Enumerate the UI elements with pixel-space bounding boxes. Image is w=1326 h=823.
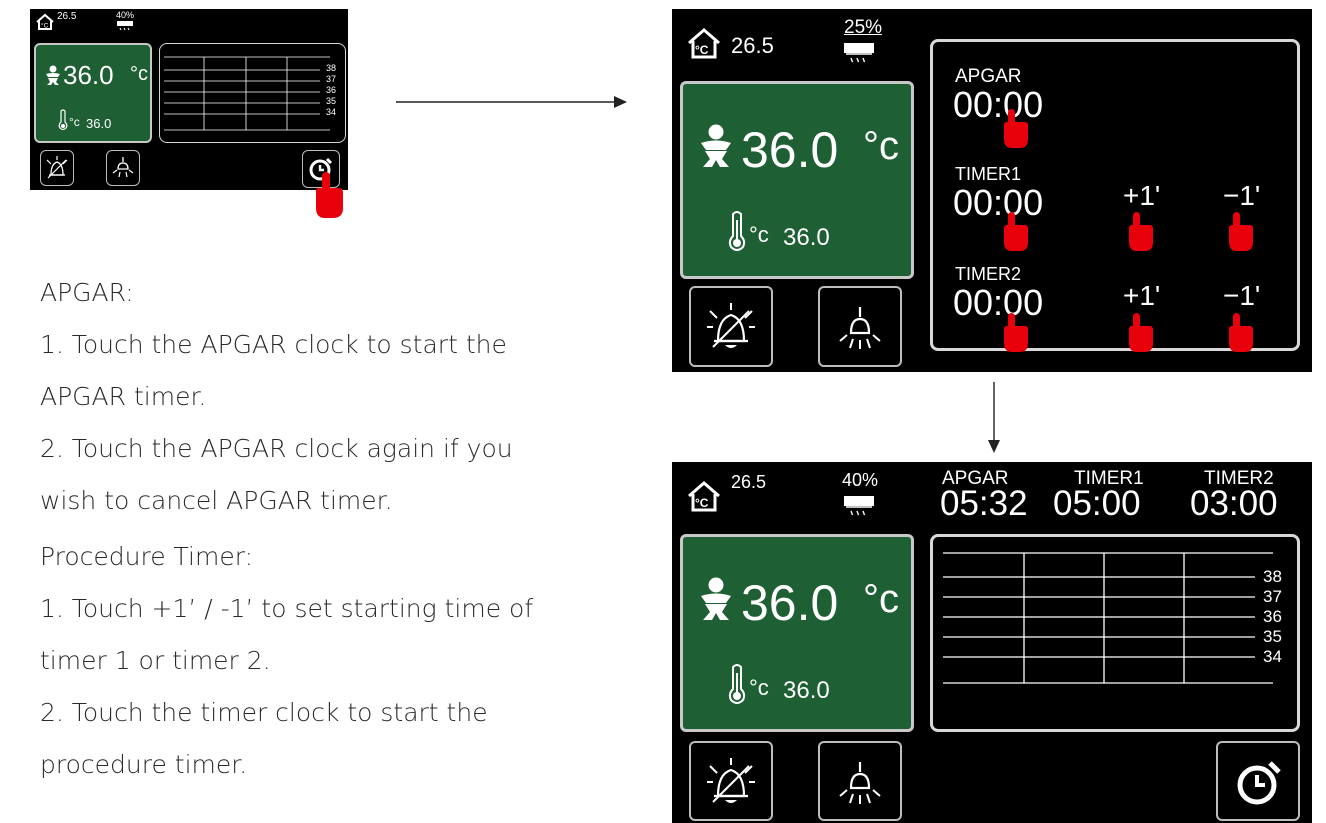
apgar-step1-line1: 1. Touch the APGAR clock to start the (40, 330, 507, 359)
air-heater-icon (844, 43, 874, 65)
proc-step2-line2: procedure timer. (40, 750, 248, 779)
hand-pointer-icon (1002, 212, 1030, 252)
humidity-value: 40% (842, 470, 879, 490)
hand-pointer-icon (1227, 313, 1255, 353)
baby-icon (699, 577, 733, 623)
alarm-bell-icon (707, 758, 755, 803)
timer1-minus-button[interactable]: −1' (1223, 180, 1260, 212)
timer-clock-icon (1237, 761, 1281, 805)
scale-label: 37 (1263, 587, 1282, 606)
baby-temperature: 36.0 (741, 575, 839, 631)
timer2-clock[interactable]: 03:00 (1190, 484, 1278, 524)
scale-label: 37 (326, 74, 337, 84)
baby-icon (699, 124, 733, 170)
baby-temperature-unit: °c (130, 63, 148, 85)
hand-pointer-icon (313, 172, 345, 220)
set-temperature-unit: °c (749, 222, 769, 247)
scale-label: 36 (1263, 607, 1282, 626)
scale-label: 38 (1263, 567, 1282, 586)
apgar-heading: APGAR: (40, 278, 134, 307)
home-thermometer-icon: °C (35, 13, 55, 30)
svg-text:°C: °C (695, 43, 709, 57)
scale-label: 36 (326, 85, 337, 95)
thermometer-icon (727, 663, 747, 707)
trend-graph: 38 37 36 35 34 (159, 43, 346, 143)
baby-temperature-unit: °c (863, 124, 899, 168)
hand-pointer-icon (1227, 212, 1255, 252)
arrow-right-icon (396, 95, 628, 109)
svg-text:°C: °C (695, 496, 709, 510)
lamp-button[interactable] (818, 741, 902, 821)
thermometer-icon (58, 109, 68, 131)
baby-temperature: 36.0 (63, 60, 114, 90)
temperature-panel[interactable]: 36.0 °c °c 36.0 (680, 534, 914, 732)
timer-panel: APGAR 00:00 TIMER1 00:00 +1' −1' TIMER2 … (930, 39, 1300, 351)
hand-pointer-icon (1002, 109, 1030, 149)
lamp-icon (839, 762, 881, 804)
proc-step2-line1: 2. Touch the timer clock to start the (40, 698, 488, 727)
timer2-minus-button[interactable]: −1' (1223, 280, 1260, 312)
timer1-clock[interactable]: 05:00 (1053, 484, 1141, 524)
humidity-value: 40% (116, 10, 135, 20)
scale-label: 35 (326, 96, 337, 106)
lamp-button[interactable] (818, 286, 902, 367)
baby-icon (45, 65, 61, 87)
apgar-step1-line2: APGAR timer. (40, 382, 207, 411)
apgar-clock[interactable]: 05:32 (940, 484, 1028, 524)
svg-text:°C: °C (41, 22, 49, 30)
temperature-panel[interactable]: 36.0 °c °c 36.0 (34, 43, 152, 143)
alarm-button[interactable] (689, 286, 773, 367)
set-temperature-unit: °c (749, 675, 769, 700)
lamp-button[interactable] (106, 150, 140, 186)
alarm-bell-icon (46, 156, 68, 179)
arrow-down-icon (987, 382, 1001, 454)
trend-graph: 38 37 36 35 34 (930, 534, 1300, 732)
home-thermometer-icon: °C (686, 27, 722, 59)
apgar-step2-line1: 2. Touch the APGAR clock again if you (40, 434, 513, 463)
humidity-value: 25% (844, 17, 883, 38)
room-temperature: 26.5 (57, 11, 77, 22)
lamp-icon (112, 157, 134, 178)
set-temperature: 36.0 (86, 116, 112, 131)
air-heater-icon (117, 21, 133, 31)
timer1-plus-button[interactable]: +1' (1123, 180, 1160, 212)
scale-label: 34 (326, 107, 337, 117)
procedure-timer-heading: Procedure Timer: (40, 542, 254, 571)
proc-step1-line1: 1. Touch +1’ / -1’ to set starting time … (40, 594, 534, 623)
baby-temperature-unit: °c (863, 577, 899, 621)
lamp-icon (839, 307, 881, 349)
thermometer-icon (727, 210, 747, 254)
scale-label: 38 (326, 63, 337, 73)
hand-pointer-icon (1127, 313, 1155, 353)
scale-label: 34 (1263, 647, 1282, 666)
set-temperature-unit: °c (69, 115, 80, 129)
temperature-panel[interactable]: 36.0 °c °c 36.0 (680, 81, 914, 279)
running-timer-screen: °C 26.5 40% APGAR 05:32 TIMER1 05:00 TIM… (672, 462, 1312, 823)
room-temperature: 26.5 (731, 472, 767, 492)
room-temperature: 26.5 (731, 33, 774, 58)
small-screen: °C 26.5 40% 36.0 °c °c 36.0 38 37 36 35 … (30, 9, 348, 190)
scale-label: 35 (1263, 627, 1282, 646)
alarm-button[interactable] (689, 741, 773, 821)
set-temperature: 36.0 (783, 677, 830, 704)
air-heater-icon (844, 496, 874, 518)
timer-setting-screen: °C 26.5 25% 36.0 °c °c 36.0 APGAR 00:00 … (672, 9, 1312, 372)
apgar-step2-line2: wish to cancel APGAR timer. (40, 486, 393, 515)
hand-pointer-icon (1002, 313, 1030, 353)
timer2-plus-button[interactable]: +1' (1123, 280, 1160, 312)
timer-button[interactable] (1216, 741, 1300, 821)
home-thermometer-icon: °C (686, 480, 722, 512)
set-temperature: 36.0 (783, 224, 830, 251)
alarm-bell-icon (707, 303, 755, 348)
baby-temperature: 36.0 (741, 122, 839, 178)
hand-pointer-icon (1127, 212, 1155, 252)
alarm-button[interactable] (40, 150, 74, 186)
proc-step1-line2: timer 1 or timer 2. (40, 646, 271, 675)
